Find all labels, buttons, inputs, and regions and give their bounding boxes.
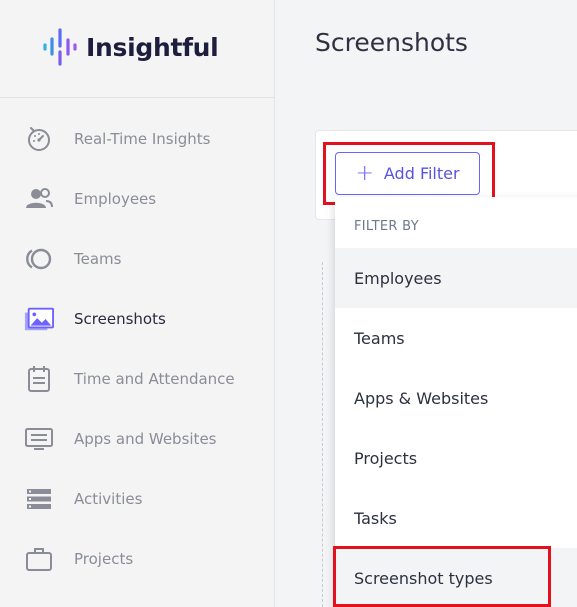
filter-option-screenshot-types[interactable]: Screenshot types [335,548,577,607]
sidebar-item-label: Real-Time Insights [74,130,211,148]
dropdown-header: FILTER BY [354,219,419,234]
sidebar-item-label: Apps and Websites [74,430,217,448]
divider [322,262,323,607]
teams-icon [24,245,54,273]
sidebar-item-projects[interactable]: Projects [0,529,274,589]
monitor-icon [24,425,54,453]
page-title: Screenshots [315,28,468,57]
main-content: Screenshots + Add Filter FILTER BY Emplo… [275,0,577,607]
add-filter-label: Add Filter [383,164,460,183]
sidebar-item-time-and-attendance[interactable]: Time and Attendance [0,349,274,409]
brand-name: Insightful [86,32,219,62]
filter-option-label: Tasks [354,508,397,528]
briefcase-icon [24,545,54,573]
filter-option-label: Projects [354,448,418,468]
sidebar: Insightful Real-Time Insights Employees … [0,0,275,607]
filter-option-label: Screenshot types [354,568,493,588]
sidebar-item-label: Projects [74,550,134,568]
filter-option-label: Apps & Websites [354,388,489,408]
filter-option-apps-websites[interactable]: Apps & Websites [335,368,577,428]
filter-option-teams[interactable]: Teams [335,308,577,368]
people-icon [24,185,54,213]
filter-option-label: Employees [354,268,442,288]
filter-option-label: Teams [354,328,405,348]
filter-option-employees[interactable]: Employees [335,248,577,308]
divider [0,97,274,98]
insightful-logo-icon [43,28,77,66]
filter-dropdown-menu: FILTER BY Employees Teams Apps & Website… [335,197,577,607]
list-icon [24,485,54,513]
sidebar-item-label: Time and Attendance [74,370,235,388]
sidebar-item-apps-and-websites[interactable]: Apps and Websites [0,409,274,469]
sidebar-item-screenshots[interactable]: Screenshots [0,289,274,349]
filter-option-tasks[interactable]: Tasks [335,488,577,548]
sidebar-item-activities[interactable]: Activities [0,469,274,529]
sidebar-item-label: Teams [74,250,122,268]
filter-option-projects[interactable]: Projects [335,428,577,488]
sidebar-item-employees[interactable]: Employees [0,169,274,229]
add-filter-button[interactable]: + Add Filter [335,152,480,195]
sidebar-item-label: Employees [74,190,157,208]
screenshots-icon [24,305,54,333]
app-logo[interactable]: Insightful [42,27,219,67]
sidebar-item-real-time-insights[interactable]: Real-Time Insights [0,109,274,169]
sidebar-item-teams[interactable]: Teams [0,229,274,289]
gauge-icon [24,125,54,153]
plus-icon: + [355,160,374,186]
sidebar-item-label: Activities [74,490,143,508]
calendar-icon [24,365,54,393]
sidebar-item-label: Screenshots [74,310,166,328]
